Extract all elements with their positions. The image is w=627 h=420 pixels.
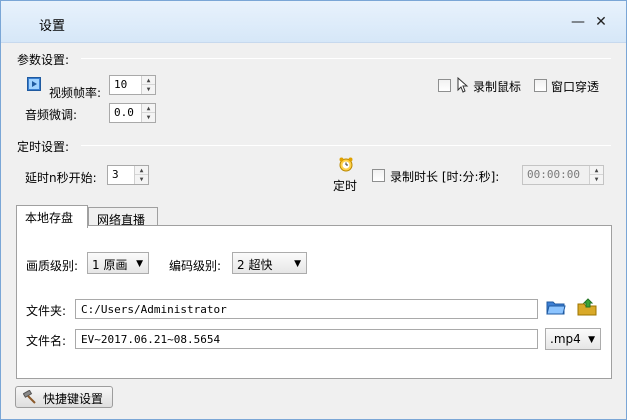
- close-button[interactable]: ✕: [589, 11, 613, 33]
- spin-down-icon[interactable]: ▼: [142, 113, 155, 122]
- encode-value: 2 超快: [237, 258, 273, 272]
- open-folder-icon[interactable]: [546, 298, 566, 319]
- extension-value: .mp4: [550, 332, 581, 346]
- quality-label: 画质级别:: [26, 259, 79, 273]
- hotkey-settings-label: 快捷键设置: [43, 392, 104, 406]
- audio-label: 音频微调:: [25, 108, 78, 122]
- audio-value: 0.0: [114, 106, 134, 119]
- upload-folder-icon[interactable]: [577, 298, 597, 319]
- extension-select[interactable]: .mp4 ▼: [545, 328, 601, 350]
- timer-heading: 定时设置:: [17, 140, 70, 154]
- folder-label: 文件夹:: [26, 304, 67, 318]
- filename-input[interactable]: EV~2017.06.21~08.5654: [75, 329, 538, 349]
- timer-divider: [81, 145, 611, 146]
- audio-spinbox[interactable]: 0.0 ▲ ▼: [109, 103, 156, 123]
- record-mouse-label: 录制鼠标: [473, 80, 522, 94]
- duration-spinbox[interactable]: 00:00:00 ▲ ▼: [522, 165, 604, 185]
- params-heading: 参数设置:: [17, 53, 70, 67]
- hotkey-settings-button[interactable]: 快捷键设置: [15, 386, 113, 408]
- duration-label: 录制时长 [时:分:秒]:: [390, 170, 500, 184]
- film-icon: [27, 77, 41, 94]
- cursor-icon: [457, 76, 469, 96]
- filename-label: 文件名:: [26, 334, 67, 348]
- record-mouse-checkbox[interactable]: [438, 79, 451, 92]
- folder-input[interactable]: C:/Users/Administrator: [75, 299, 538, 319]
- title-bar[interactable]: 设置 — ✕: [1, 1, 626, 43]
- window-through-checkbox[interactable]: [534, 79, 547, 92]
- quality-value: 1 原画: [92, 258, 128, 272]
- window-title: 设置: [39, 19, 66, 34]
- quality-select[interactable]: 1 原画 ▼: [87, 252, 149, 274]
- fps-spinbox[interactable]: 10 ▲ ▼: [109, 75, 156, 95]
- fps-label: 视频帧率:: [49, 86, 102, 100]
- spin-up-icon[interactable]: ▲: [142, 104, 155, 113]
- delay-spinbox[interactable]: 3 ▲ ▼: [107, 165, 149, 185]
- settings-window: 设置 — ✕ 参数设置: 视频帧率: 10 ▲ ▼ 音频微调: 0.0 ▲ ▼ 录制…: [0, 0, 627, 420]
- chevron-down-icon: ▼: [588, 335, 595, 345]
- timer-label[interactable]: 定时: [333, 177, 357, 194]
- local-save-panel: 画质级别: 1 原画 ▼ 编码级别: 2 超快 ▼ 文件夹: C:/Users/…: [16, 225, 612, 379]
- window-through-label: 窗口穿透: [551, 80, 600, 94]
- chevron-down-icon: ▼: [294, 259, 301, 269]
- spin-down-icon[interactable]: ▼: [590, 175, 603, 184]
- encode-select[interactable]: 2 超快 ▼: [232, 252, 307, 274]
- spin-up-icon[interactable]: ▲: [590, 166, 603, 175]
- minimize-button[interactable]: —: [566, 11, 590, 33]
- alarm-clock-icon[interactable]: [338, 156, 354, 175]
- spin-down-icon[interactable]: ▼: [142, 85, 155, 94]
- spin-down-icon[interactable]: ▼: [135, 175, 148, 184]
- encode-label: 编码级别:: [169, 259, 222, 273]
- delay-label: 延时n秒开始:: [25, 171, 97, 185]
- duration-value: 00:00:00: [527, 168, 580, 181]
- spin-up-icon[interactable]: ▲: [142, 76, 155, 85]
- spin-up-icon[interactable]: ▲: [135, 166, 148, 175]
- duration-checkbox[interactable]: [372, 169, 385, 182]
- hammer-icon: [22, 389, 37, 407]
- delay-value: 3: [112, 168, 119, 181]
- fps-value: 10: [114, 78, 128, 91]
- params-divider: [81, 58, 611, 59]
- tab-local-save[interactable]: 本地存盘: [16, 205, 88, 228]
- chevron-down-icon: ▼: [136, 259, 143, 269]
